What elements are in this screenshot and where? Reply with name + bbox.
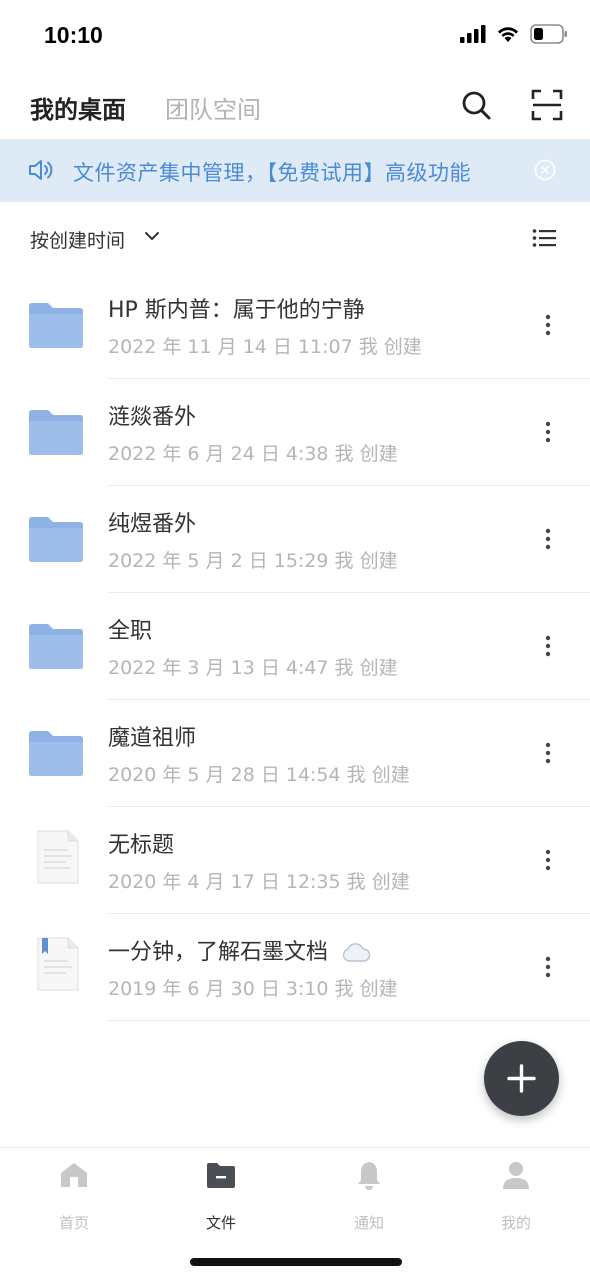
search-icon[interactable] — [459, 88, 493, 122]
file-meta: 2020 年 5 月 28 日 14:54 我 创建 — [108, 764, 410, 786]
home-indicator — [190, 1258, 402, 1266]
file-name: 涟燚番外 — [108, 405, 197, 430]
file-list: HP 斯内普：属于他的宁静 2022 年 11 月 14 日 11:07 我 创… — [0, 272, 590, 1021]
nav-me[interactable]: 我的 — [466, 1160, 566, 1232]
more-icon[interactable] — [538, 312, 558, 338]
plus-icon — [507, 1064, 536, 1093]
close-icon[interactable] — [534, 159, 556, 181]
sort-row: 按创建时间 — [0, 202, 590, 272]
nav-me-label: 我的 — [500, 1214, 531, 1232]
list-item[interactable]: 涟燚番外 2022 年 6 月 24 日 4:38 我 创建 — [0, 379, 590, 486]
status-bar: 10:10 — [0, 0, 590, 70]
nav-notify[interactable]: 通知 — [319, 1160, 419, 1232]
status-time: 10:10 — [44, 22, 103, 48]
list-view-icon[interactable] — [532, 228, 556, 248]
cloud-icon — [342, 943, 371, 962]
more-icon[interactable] — [538, 954, 558, 980]
chevron-down-icon[interactable] — [143, 230, 161, 242]
file-meta: 2019 年 6 月 30 日 3:10 我 创建 — [108, 978, 398, 1000]
folder-icon — [29, 624, 83, 669]
file-meta: 2022 年 3 月 13 日 4:47 我 创建 — [108, 657, 398, 679]
list-item[interactable]: 纯煜番外 2022 年 5 月 2 日 15:29 我 创建 — [0, 486, 590, 593]
user-icon — [503, 1162, 529, 1189]
more-icon[interactable] — [538, 633, 558, 659]
nav-home-label: 首页 — [58, 1214, 89, 1232]
bell-icon — [358, 1162, 380, 1190]
nav-files-label: 文件 — [205, 1214, 236, 1232]
file-meta: 2022 年 5 月 2 日 15:29 我 创建 — [108, 550, 398, 572]
file-meta: 2022 年 11 月 14 日 11:07 我 创建 — [108, 336, 422, 358]
folder-icon — [207, 1163, 235, 1188]
create-button[interactable] — [484, 1041, 559, 1116]
promo-banner[interactable]: 文件资产集中管理，【免费试用】高级功能 — [0, 139, 590, 202]
signal-icon — [460, 25, 486, 43]
sort-dropdown[interactable]: 按创建时间 — [30, 226, 125, 253]
file-name: 一分钟，了解石墨文档 — [108, 934, 371, 966]
folder-icon — [29, 303, 83, 348]
wifi-icon — [498, 27, 518, 42]
nav-notify-label: 通知 — [353, 1214, 384, 1232]
list-item[interactable]: 魔道祖师 2020 年 5 月 28 日 14:54 我 创建 — [0, 700, 590, 807]
tab-team-space[interactable]: 团队空间 — [165, 90, 261, 125]
speaker-icon — [29, 160, 53, 180]
file-name: 魔道祖师 — [108, 726, 197, 751]
folder-icon — [29, 517, 83, 562]
more-icon[interactable] — [538, 526, 558, 552]
list-item[interactable]: HP 斯内普：属于他的宁静 2022 年 11 月 14 日 11:07 我 创… — [0, 272, 590, 379]
scan-icon[interactable] — [530, 88, 564, 122]
folder-icon — [29, 731, 83, 776]
file-name: 无标题 — [108, 833, 175, 858]
banner-text: 文件资产集中管理，【免费试用】高级功能 — [73, 161, 471, 185]
status-icons — [460, 24, 568, 44]
list-item[interactable]: 全职 2022 年 3 月 13 日 4:47 我 创建 — [0, 593, 590, 700]
file-meta: 2020 年 4 月 17 日 12:35 我 创建 — [108, 871, 410, 893]
more-icon[interactable] — [538, 419, 558, 445]
file-name-text: 一分钟，了解石墨文档 — [108, 940, 329, 965]
document-icon — [37, 830, 79, 884]
file-name: 纯煜番外 — [108, 512, 197, 537]
home-icon — [61, 1163, 87, 1187]
nav-home[interactable]: 首页 — [24, 1160, 124, 1232]
divider — [108, 1020, 590, 1021]
folder-icon — [29, 410, 83, 455]
nav-files[interactable]: 文件 — [171, 1160, 271, 1232]
file-name: 全职 — [108, 619, 153, 644]
more-icon[interactable] — [538, 740, 558, 766]
file-name: HP 斯内普：属于他的宁静 — [108, 298, 365, 323]
list-item[interactable]: 一分钟，了解石墨文档 2019 年 6 月 30 日 3:10 我 创建 — [0, 914, 590, 1021]
document-bookmark-icon — [37, 937, 79, 991]
battery-icon — [530, 24, 567, 44]
tab-my-desktop[interactable]: 我的桌面 — [30, 90, 126, 125]
more-icon[interactable] — [538, 847, 558, 873]
list-item[interactable]: 无标题 2020 年 4 月 17 日 12:35 我 创建 — [0, 807, 590, 914]
header: 我的桌面 团队空间 — [0, 70, 590, 140]
file-meta: 2022 年 6 月 24 日 4:38 我 创建 — [108, 443, 398, 465]
